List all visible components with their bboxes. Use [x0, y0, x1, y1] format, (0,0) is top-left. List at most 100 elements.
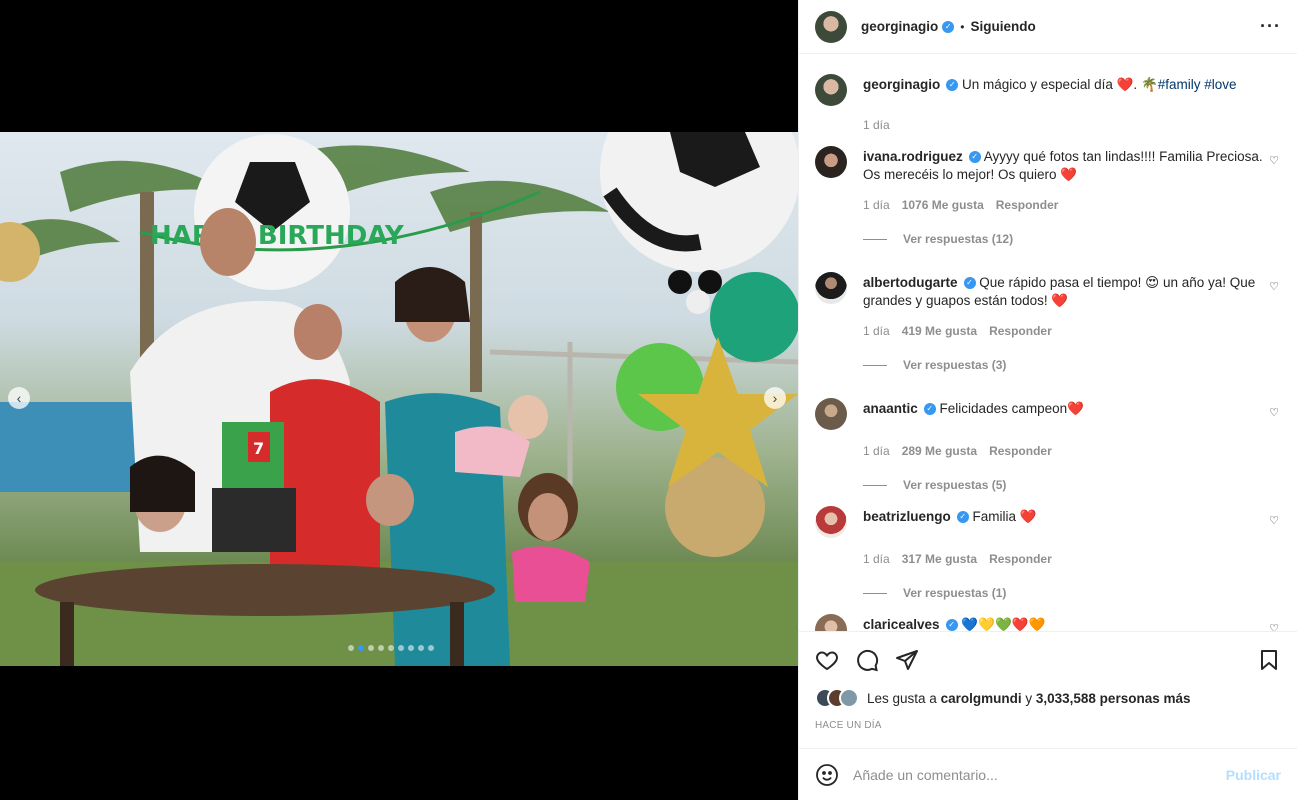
commenter-avatar[interactable] [815, 272, 847, 304]
bookmark-icon[interactable] [1257, 648, 1281, 672]
verified-badge-icon: ✓ [942, 20, 955, 33]
liker-username[interactable]: carolgmundi [941, 691, 1022, 706]
comment-item: claricealves ✓ 💙💛💚❤️🧡 ♡ [815, 614, 1281, 632]
action-bar [815, 640, 1281, 680]
cake-number: 7 [253, 439, 264, 458]
chevron-right-icon: › [772, 390, 778, 406]
view-replies-label: Ver respuestas (1) [903, 586, 1007, 600]
view-replies-button[interactable]: Ver respuestas (3) [863, 358, 1281, 372]
like-comment-heart-icon[interactable]: ♡ [1269, 514, 1279, 527]
like-comment-heart-icon[interactable]: ♡ [1269, 406, 1279, 419]
post-timestamp[interactable]: HACE UN DÍA [815, 720, 882, 731]
commenter-avatar[interactable] [815, 146, 847, 178]
carousel-indicator [348, 645, 434, 651]
likes-prefix: Les gusta a [867, 690, 937, 706]
carousel-dot [348, 645, 354, 651]
view-replies-label: Ver respuestas (3) [903, 358, 1007, 372]
comment-text: Familia [972, 509, 1017, 524]
comment-likes[interactable]: 317 Me gusta [902, 552, 977, 566]
author-avatar[interactable] [815, 10, 847, 43]
commenter-avatar[interactable] [815, 506, 847, 538]
carousel-dot [418, 645, 424, 651]
following-button[interactable]: Siguiendo [970, 19, 1035, 34]
verified-badge-icon: ✓ [968, 151, 981, 164]
likes-count[interactable]: 3,033,588 personas más [1036, 691, 1191, 706]
like-comment-heart-icon[interactable]: ♡ [1269, 154, 1279, 167]
verified-badge-icon: ✓ [945, 619, 958, 631]
comment-text: Felicidades campeon [939, 401, 1068, 416]
comment-item: beatrizluengo ✓ Familia ❤️ ♡ 1 día 317 Me… [815, 506, 1281, 600]
like-comment-heart-icon[interactable]: ♡ [1269, 280, 1279, 293]
comment-bubble-icon[interactable] [855, 648, 879, 672]
hashtag-love[interactable]: #love [1204, 77, 1236, 92]
caption-heart-emoji: ❤️ [1116, 77, 1134, 92]
comment-emoji: ❤️ [1060, 167, 1078, 182]
post-side-panel: georginagio ✓ • Siguiendo ··· georginagi… [798, 0, 1297, 800]
hashtag-family[interactable]: #family [1158, 77, 1201, 92]
view-replies-button[interactable]: Ver respuestas (1) [863, 586, 1281, 600]
comment-username[interactable]: claricealves [863, 617, 940, 631]
comment-item: ivana.rodriguez ✓ Ayyyy qué fotos tan lin… [815, 146, 1281, 246]
carousel-dot [428, 645, 434, 651]
replies-divider [863, 238, 887, 240]
comment-time: 1 día [863, 552, 890, 566]
view-replies-label: Ver respuestas (12) [903, 232, 1014, 246]
view-replies-button[interactable]: Ver respuestas (5) [863, 478, 1281, 492]
view-replies-button[interactable]: Ver respuestas (12) [863, 232, 1281, 246]
commenter-avatar[interactable] [815, 398, 847, 430]
caption-separator: . [1133, 77, 1138, 92]
next-slide-button[interactable]: › [764, 387, 786, 409]
author-info: georginagio ✓ • Siguiendo [861, 19, 1036, 34]
share-paper-plane-icon[interactable] [895, 648, 919, 672]
comments-list[interactable]: georginagio ✓ Un mágico y especial día ❤️… [799, 54, 1297, 632]
caption-avatar[interactable] [815, 74, 847, 106]
replies-divider [863, 592, 887, 594]
comment-username[interactable]: beatrizluengo [863, 509, 951, 524]
carousel-dot [408, 645, 414, 651]
media-viewer: HAPPY BIRTHDAY 7 ‹ › [0, 0, 798, 800]
reply-button[interactable]: Responder [989, 444, 1052, 458]
reply-button[interactable]: Responder [996, 198, 1059, 212]
comment-input[interactable] [853, 766, 1226, 783]
birthday-family-photo: HAPPY BIRTHDAY 7 [0, 132, 798, 666]
comment-emoji: ❤️ [1019, 509, 1037, 524]
previous-slide-button[interactable]: ‹ [8, 387, 30, 409]
caption: georginagio ✓ Un mágico y especial día ❤️… [815, 74, 1281, 132]
comment-time: 1 día [863, 444, 890, 458]
comment-likes[interactable]: 1076 Me gusta [902, 198, 984, 212]
view-replies-label: Ver respuestas (5) [903, 478, 1007, 492]
verified-badge-icon: ✓ [923, 403, 936, 416]
like-comment-heart-icon[interactable]: ♡ [1269, 622, 1279, 631]
post-header: georginagio ✓ • Siguiendo ··· [799, 0, 1297, 54]
comment-composer: Publicar [799, 748, 1297, 800]
comment-time: 1 día [863, 198, 890, 212]
publish-button[interactable]: Publicar [1226, 767, 1281, 783]
caption-username[interactable]: georginagio [863, 77, 940, 92]
carousel-dot [378, 645, 384, 651]
comment-username[interactable]: anaantic [863, 401, 918, 416]
emoji-smiley-icon[interactable] [815, 763, 839, 787]
carousel-dot [368, 645, 374, 651]
comment-username[interactable]: albertodugarte [863, 275, 958, 290]
comment-emoji: ❤️ [1067, 401, 1084, 416]
commenter-avatar[interactable] [815, 614, 847, 631]
replies-divider [863, 364, 887, 366]
comment-username[interactable]: ivana.rodriguez [863, 149, 963, 164]
liker-avatars[interactable] [815, 688, 859, 708]
comment-likes[interactable]: 289 Me gusta [902, 444, 977, 458]
author-username[interactable]: georginagio [861, 19, 938, 34]
reply-button[interactable]: Responder [989, 324, 1052, 338]
post-photo[interactable]: HAPPY BIRTHDAY 7 [0, 132, 798, 666]
reply-button[interactable]: Responder [989, 552, 1052, 566]
more-options-icon[interactable]: ··· [1260, 16, 1281, 37]
instagram-post-modal: HAPPY BIRTHDAY 7 ‹ › georginagio ✓ • Sig… [0, 0, 1297, 800]
carousel-dot-active [358, 645, 364, 651]
verified-badge-icon: ✓ [963, 277, 976, 290]
banner-text: HAPPY BIRTHDAY [150, 221, 405, 251]
comment-likes[interactable]: 419 Me gusta [902, 324, 977, 338]
comment-text: 💙💛💚❤️🧡 [961, 617, 1046, 632]
carousel-dot [398, 645, 404, 651]
comment-item: anaantic ✓ Felicidades campeon❤️ ♡ 1 día … [815, 398, 1281, 492]
chevron-left-icon: ‹ [16, 390, 22, 406]
like-heart-icon[interactable] [815, 648, 839, 672]
